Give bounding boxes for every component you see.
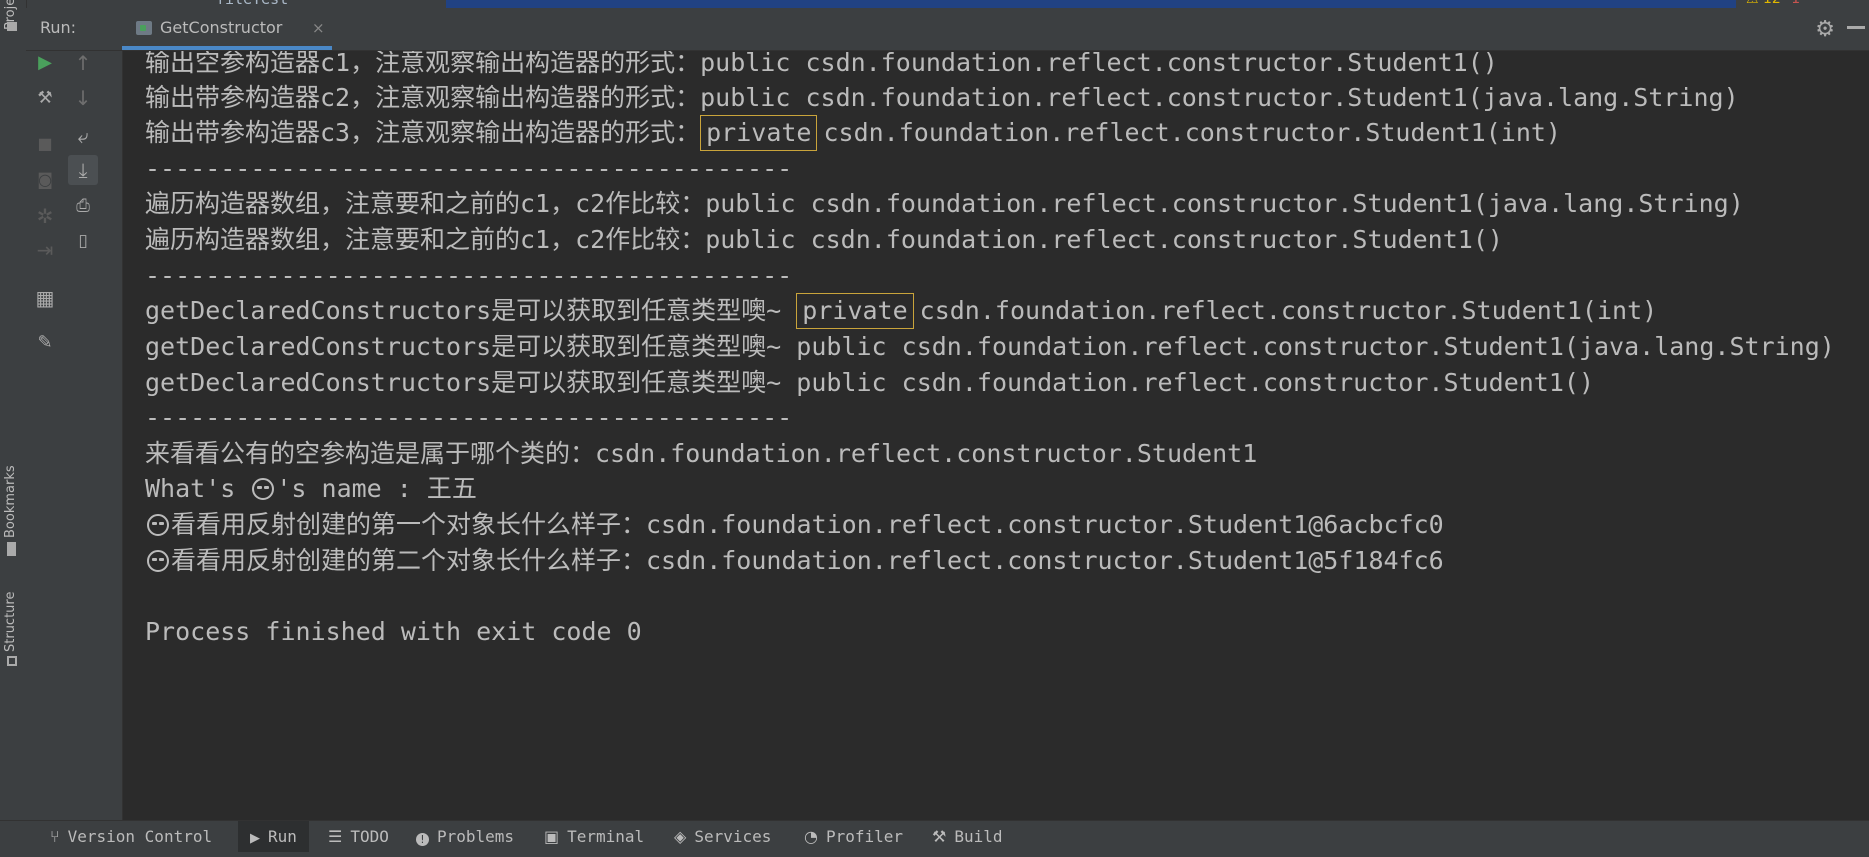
console-line: What's 's name : 王五 [145, 474, 477, 503]
console-line: getDeclaredConstructors是可以获取到任意类型噢~ priv… [145, 291, 1657, 331]
play-icon: ▶ [38, 52, 52, 73]
print-icon: ⎙ [76, 195, 90, 216]
structure-icon [7, 656, 17, 666]
trash-icon: ▯ [78, 230, 88, 251]
warning-counter[interactable]: ⚠ 12 1 [1746, 0, 1800, 7]
run-label: Run: [40, 18, 77, 37]
project-icon [0, 20, 26, 40]
tab-terminal[interactable]: ▣ Terminal [538, 821, 650, 853]
run-tab-title: GetConstructor [160, 18, 283, 37]
bug-icon: ✲ [36, 204, 54, 228]
console-separator: ----------------------------------------… [145, 154, 793, 183]
pin-icon: ✎ [37, 332, 53, 353]
structure-tab-label: Structure [3, 591, 18, 652]
next-occurrence-button[interactable]: ↓ [68, 83, 98, 113]
clear-all-button[interactable]: ▯ [68, 226, 98, 256]
tab-run[interactable]: ▶ Run [238, 821, 309, 853]
face-emoji-icon [252, 478, 275, 500]
services-icon: ◈ [674, 827, 687, 846]
stop-icon: ■ [37, 134, 53, 153]
bookmarks-tab-label: Bookmarks [3, 465, 18, 538]
soft-wrap-button[interactable]: ⤶ [68, 121, 98, 151]
face-emoji-icon [147, 514, 169, 536]
gear-icon[interactable]: ⚙ [1815, 17, 1835, 42]
pin-tab-button[interactable]: ✎ [30, 328, 60, 358]
run-tool-header: Run: GetConstructor × ⚙ [26, 8, 1869, 51]
wrap-icon: ⤶ [77, 124, 89, 148]
project-tree-strip: fileTest ⚠ 12 1 [26, 0, 1869, 8]
rerun-button[interactable]: ▶ [30, 48, 60, 78]
warning-count: 12 [1763, 0, 1781, 7]
debug-settings-button[interactable]: ✲ [30, 201, 60, 231]
console-output[interactable]: 输出空参构造器c1，注意观察输出构造器的形式：public csdn.found… [123, 51, 1869, 820]
tab-profiler[interactable]: ◔ Profiler [798, 821, 909, 853]
scroll-to-end-button[interactable]: ⤓ [68, 155, 98, 185]
ide-window: fileTest ⚠ 12 1 Project Bookmarks Struct… [0, 0, 1869, 857]
run-icon: ▶ [250, 831, 260, 846]
highlight-box: private [700, 115, 818, 151]
warning-icon: ⚠ [1746, 0, 1759, 7]
tab-services[interactable]: ◈ Services [668, 821, 777, 853]
structure-tool-tab[interactable]: Structure [0, 580, 26, 675]
print-button[interactable]: ⎙ [68, 191, 98, 221]
editor-area [446, 0, 1736, 8]
close-icon[interactable]: × [312, 19, 325, 37]
bookmarks-tool-tab[interactable]: Bookmarks [0, 460, 26, 560]
left-tool-strip: Project Bookmarks Structure [0, 0, 27, 820]
scroll-end-icon: ⤓ [78, 158, 88, 182]
previous-occurrence-button[interactable]: ↑ [68, 48, 98, 78]
console-line: 输出带参构造器c2，注意观察输出构造器的形式：public csdn.found… [145, 83, 1739, 112]
tab-version-control[interactable]: ⑂ Version Control [44, 821, 218, 853]
arrow-down-icon: ↓ [74, 86, 92, 110]
error-count: 1 [1791, 0, 1800, 7]
minus-icon[interactable] [1847, 26, 1865, 29]
active-tab-indicator [122, 46, 332, 50]
process-finished-line: Process finished with exit code 0 [145, 617, 642, 646]
modify-run-config-button[interactable]: ⚒ [30, 83, 60, 113]
java-class-icon [136, 21, 152, 35]
problems-icon: ! [416, 833, 429, 846]
exit-icon: ⇥ [36, 238, 54, 262]
console-line: 看看用反射创建的第一个对象长什么样子：csdn.foundation.refle… [145, 505, 1444, 545]
console-line: 遍历构造器数组，注意要和之前的c1，c2作比较：public csdn.foun… [145, 189, 1744, 218]
highlight-box: private [796, 293, 914, 329]
wrench-icon: ⚒ [37, 87, 53, 108]
list-icon: ☰ [328, 827, 343, 846]
layout-button[interactable]: ▦ [30, 283, 60, 313]
arrow-up-icon: ↑ [74, 51, 92, 75]
console-separator: ----------------------------------------… [145, 403, 793, 432]
terminal-icon: ▣ [544, 827, 560, 846]
tab-todo[interactable]: ☰ TODO [322, 821, 395, 853]
console-line: getDeclaredConstructors是可以获取到任意类型噢~ publ… [145, 332, 1835, 361]
hammer-icon: ⚒ [932, 827, 947, 846]
screenshot-button[interactable]: ◙ [30, 165, 60, 195]
layout-icon: ▦ [35, 286, 55, 310]
tool-window-bar: ⑂ Version Control ▶ Run ☰ TODO ! Problems ▣ T… [0, 820, 1869, 853]
console-line: 来看看公有的空参构造是属于哪个类的：csdn.foundation.reflec… [145, 439, 1258, 468]
profiler-icon: ◔ [804, 827, 818, 846]
tab-build[interactable]: ⚒ Build [926, 821, 1009, 853]
status-bar [0, 852, 1869, 857]
run-toolbar: ▶ ↑ ⚒ ↓ ⤶ ■ ⤓ ◙ ⎙ ✲ ▯ ⇥ ▦ ✎ [26, 51, 123, 820]
camera-icon: ◙ [37, 170, 53, 189]
run-tab-getconstructor[interactable]: GetConstructor × [122, 8, 332, 50]
tab-problems[interactable]: ! Problems [410, 821, 520, 853]
console-separator: ----------------------------------------… [145, 261, 793, 290]
tree-item-filetest[interactable]: fileTest [216, 0, 288, 8]
stop-button[interactable]: ■ [30, 129, 60, 159]
console-line: 看看用反射创建的第二个对象长什么样子：csdn.foundation.refle… [145, 541, 1444, 581]
console-line: 遍历构造器数组，注意要和之前的c1，c2作比较：public csdn.foun… [145, 225, 1503, 254]
bookmark-icon [7, 542, 16, 556]
face-emoji-icon [147, 550, 169, 572]
console-line: getDeclaredConstructors是可以获取到任意类型噢~ publ… [145, 368, 1594, 397]
branch-icon: ⑂ [50, 827, 60, 846]
console-line: 输出带参构造器c3，注意观察输出构造器的形式： private csdn.found… [145, 113, 1561, 153]
exit-button[interactable]: ⇥ [30, 235, 60, 265]
